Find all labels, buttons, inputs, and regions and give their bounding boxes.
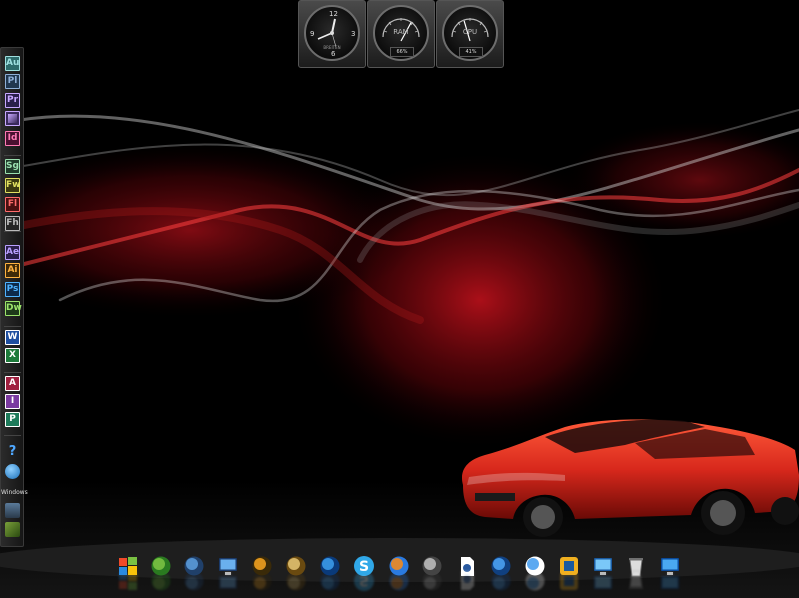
taskbar-icon-reflection — [625, 570, 647, 592]
clock-face: 12 3 6 9 BREITEN — [304, 5, 360, 61]
cpu-label: CPU — [462, 28, 478, 36]
desktop: 12 3 6 9 BREITEN RAM 66% CPU 41% Au Pl P… — [0, 0, 799, 598]
clock-gadget[interactable]: 12 3 6 9 BREITEN — [298, 0, 366, 68]
launcher-audition-icon[interactable]: Au — [5, 56, 20, 71]
taskbar-icon-reflection — [319, 571, 341, 592]
taskbar-icon-reflection — [183, 571, 205, 592]
app-launcher-bar: Au Pl Pr Id Sg Fw Fl Fh Ae Ai Ps Dw W X A I P ? Windows — [0, 47, 28, 547]
launcher-indesign-icon[interactable]: Id — [5, 131, 20, 146]
launcher-freehand-icon[interactable]: Fh — [5, 216, 20, 231]
taskbar-icon-reflection — [558, 572, 580, 592]
launcher-fireworks-icon[interactable]: Fw — [5, 178, 20, 193]
launcher-illustrator-icon[interactable]: Ai — [5, 263, 20, 278]
taskbar-icon-reflection — [456, 571, 478, 592]
launcher-separator — [4, 326, 21, 327]
clock-hands-icon — [317, 18, 337, 48]
taskbar-icon-reflection — [490, 571, 512, 592]
launcher-publisher-icon[interactable]: P — [5, 412, 20, 427]
launcher-separator — [4, 231, 21, 232]
launcher-speedgrade-icon[interactable]: Sg — [5, 159, 20, 174]
desktop-gadgets: 12 3 6 9 BREITEN RAM 66% CPU 41% — [298, 0, 504, 68]
launcher-separator — [4, 155, 21, 156]
cpu-value: 41% — [459, 47, 483, 57]
launcher-separator — [4, 435, 21, 436]
launcher-premiere-icon[interactable]: Pr — [5, 93, 20, 108]
launcher-access-icon[interactable]: A — [5, 376, 20, 391]
ram-meter-gadget[interactable]: RAM 66% — [367, 0, 435, 68]
launcher-prelude-icon[interactable]: Pl — [5, 74, 20, 89]
help-icon[interactable]: ? — [5, 444, 20, 459]
launcher-dreamweaver-icon[interactable]: Dw — [5, 301, 22, 316]
svg-text:S: S — [359, 572, 369, 588]
cpu-meter-gadget[interactable]: CPU 41% — [436, 0, 504, 68]
taskbar-icon-reflection: S — [353, 571, 375, 592]
taskbar-icon-reflection — [251, 571, 273, 592]
taskbar-icon-reflection — [524, 571, 546, 592]
windows-live-icon[interactable] — [5, 464, 20, 479]
wallpaper — [0, 0, 799, 598]
launcher-separator — [4, 372, 21, 373]
launcher-flash-icon[interactable]: Fl — [5, 197, 20, 212]
monitor-icon[interactable] — [5, 503, 20, 518]
taskbar-icon-reflection — [388, 571, 410, 592]
launcher-infopath-icon[interactable]: I — [5, 394, 20, 409]
taskbar-icon-reflection — [421, 571, 443, 592]
taskbar-icon-reflection — [150, 571, 172, 592]
windows-label[interactable]: Windows — [1, 489, 28, 496]
launcher-photoshop-icon[interactable]: Ps — [5, 282, 20, 297]
taskbar-icon-reflection — [217, 572, 239, 592]
ram-value: 66% — [390, 47, 414, 57]
taskbar-icon-reflection — [117, 572, 139, 592]
taskbar-icon-reflection — [659, 572, 681, 592]
launcher-encore-icon[interactable] — [5, 111, 20, 126]
launcher-excel-icon[interactable]: X — [5, 348, 20, 363]
launcher-after-effects-icon[interactable]: Ae — [5, 245, 20, 260]
taskbar-icon-reflection — [285, 571, 307, 592]
ram-label: RAM — [393, 28, 409, 36]
taskbar-icon-reflection — [592, 572, 614, 592]
launcher-word-icon[interactable]: W — [5, 330, 20, 345]
